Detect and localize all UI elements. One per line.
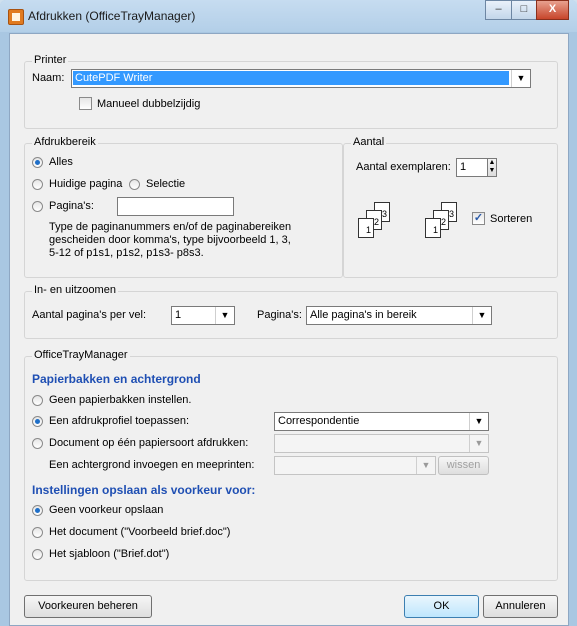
- paper-single-radio[interactable]: [32, 438, 43, 449]
- manage-preferences-button[interactable]: Voorkeuren beheren: [24, 595, 152, 618]
- per-sheet-select[interactable]: 1 ▼: [171, 306, 235, 325]
- copies-value: 1: [460, 161, 467, 173]
- app-icon: [8, 9, 24, 25]
- pref-document-radio[interactable]: [32, 527, 43, 538]
- collate-page-1b: 1: [425, 218, 441, 238]
- paper-type-select[interactable]: ▼: [274, 434, 489, 453]
- range-current-label: Huidige pagina: [49, 178, 123, 190]
- clear-background-button[interactable]: wissen: [438, 456, 489, 475]
- paper-none-radio[interactable]: [32, 395, 43, 406]
- pref-template-label: Het sjabloon ("Brief.dot"): [49, 548, 170, 560]
- copies-group: Aantal Aantal exemplaren: 1 ▲ ▼ 3 2 1 3 2…: [343, 136, 558, 278]
- section-paper-heading: Papierbakken en achtergrond: [32, 372, 201, 386]
- zoom-legend: In- en uitzoomen: [32, 284, 118, 296]
- zoom-pages-value: Alle pagina's in bereik: [310, 309, 417, 321]
- range-selection-label: Selectie: [146, 178, 186, 190]
- duplex-label: Manueel dubbelzijdig: [97, 98, 201, 110]
- zoom-pages-label: Pagina's:: [257, 309, 302, 321]
- range-help-line-3: 5-12 of p1s1, p1s2, p1s3- p8s3.: [49, 247, 204, 259]
- per-sheet-label: Aantal pagina's per vel:: [32, 309, 147, 321]
- maximize-button[interactable]: □: [511, 0, 537, 20]
- range-help-line-1: Type de paginanummers en/of de paginaber…: [49, 221, 292, 233]
- range-pages-label: Pagina's:: [49, 200, 94, 212]
- copies-spinner[interactable]: ▲ ▼: [487, 158, 497, 177]
- paper-none-label: Geen papierbakken instellen.: [49, 394, 192, 406]
- range-pages-radio[interactable]: [32, 201, 43, 212]
- chevron-down-icon[interactable]: ▼: [469, 435, 488, 452]
- print-range-legend: Afdrukbereik: [32, 136, 98, 148]
- chevron-down-icon[interactable]: ▼: [215, 307, 234, 324]
- printer-name-value: CutePDF Writer: [73, 71, 509, 85]
- section-preference-heading: Instellingen opslaan als voorkeur voor:: [32, 483, 256, 497]
- zoom-pages-select[interactable]: Alle pagina's in bereik ▼: [306, 306, 492, 325]
- chevron-down-icon[interactable]: ▼: [416, 457, 435, 474]
- chevron-down-icon[interactable]: ▼: [472, 307, 491, 324]
- zoom-group: In- en uitzoomen Aantal pagina's per vel…: [24, 284, 558, 339]
- cancel-button[interactable]: Annuleren: [483, 595, 558, 618]
- copies-legend: Aantal: [351, 136, 387, 148]
- chevron-down-icon[interactable]: ▼: [469, 413, 488, 430]
- close-button[interactable]: X: [536, 0, 569, 20]
- otm-legend: OfficeTrayManager: [32, 349, 130, 361]
- officetraymanager-group: OfficeTrayManager Papierbakken en achter…: [24, 349, 558, 581]
- background-label: Een achtergrond invoegen en meeprinten:: [49, 459, 255, 471]
- range-pages-input[interactable]: [117, 197, 234, 216]
- pref-template-radio[interactable]: [32, 549, 43, 560]
- pref-document-label: Het document ("Voorbeeld brief.doc"): [49, 526, 231, 538]
- window-title: Afdrukken (OfficeTrayManager): [28, 9, 196, 23]
- range-all-radio[interactable]: [32, 157, 43, 168]
- title-bar[interactable]: Afdrukken (OfficeTrayManager) – □ X: [0, 0, 577, 32]
- print-range-group: Afdrukbereik Alles Huidige pagina Select…: [24, 136, 343, 278]
- collate-page-1: 1: [358, 218, 374, 238]
- paper-single-label: Document op één papiersoort afdrukken:: [49, 437, 249, 449]
- paper-profile-radio[interactable]: [32, 416, 43, 427]
- chevron-down-icon[interactable]: ▼: [511, 70, 530, 87]
- pref-none-label: Geen voorkeur opslaan: [49, 504, 164, 516]
- printer-name-label: Naam:: [32, 72, 65, 84]
- ok-button[interactable]: OK: [404, 595, 479, 618]
- print-dialog-window: Afdrukken (OfficeTrayManager) – □ X Prin…: [0, 0, 577, 626]
- range-current-radio[interactable]: [32, 179, 43, 190]
- printer-group: Printer Naam: CutePDF Writer ▼ Manueel d…: [24, 54, 558, 129]
- copies-input[interactable]: 1: [456, 158, 488, 177]
- duplex-checkbox[interactable]: [79, 97, 92, 110]
- paper-profile-label: Een afdrukprofiel toepassen:: [49, 415, 190, 427]
- range-help-line-2: gescheiden door komma's, type bijvoorbee…: [49, 234, 291, 246]
- per-sheet-value: 1: [175, 309, 182, 321]
- printer-name-select[interactable]: CutePDF Writer ▼: [71, 69, 531, 88]
- printer-legend: Printer: [32, 54, 69, 66]
- minimize-button[interactable]: –: [485, 0, 512, 20]
- range-selection-radio[interactable]: [129, 179, 140, 190]
- collate-checkbox[interactable]: ✓: [472, 212, 485, 225]
- dialog-body: Printer Naam: CutePDF Writer ▼ Manueel d…: [9, 33, 569, 626]
- copies-label: Aantal exemplaren:: [356, 161, 451, 173]
- profile-select[interactable]: Correspondentie ▼: [274, 412, 489, 431]
- range-all-label: Alles: [49, 156, 73, 168]
- background-select[interactable]: ▼: [274, 456, 436, 475]
- profile-value: Correspondentie: [278, 415, 360, 427]
- pref-none-radio[interactable]: [32, 505, 43, 516]
- collate-label: Sorteren: [490, 213, 533, 225]
